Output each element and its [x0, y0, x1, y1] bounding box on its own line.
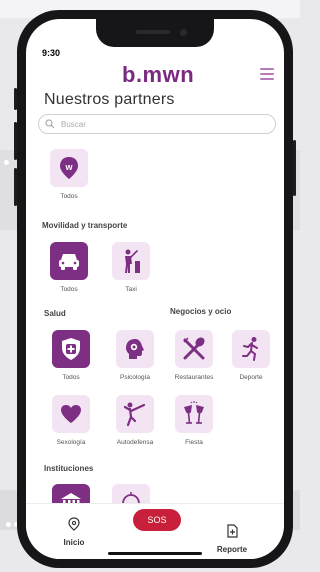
section-title-instituciones: Instituciones [44, 464, 94, 473]
fork-spoon-icon [183, 337, 205, 360]
speaker [136, 30, 170, 34]
category-tile-autodefensa[interactable]: Autodefensa [116, 395, 154, 446]
power-button [293, 140, 296, 196]
tile-label: Todos [62, 374, 80, 381]
category-tile-psicologia[interactable]: Psicología [116, 330, 154, 381]
search-icon [45, 119, 55, 129]
volume-down-button [14, 168, 17, 206]
nav-inicio[interactable]: Inicio [60, 517, 88, 547]
nav-label: Inicio [63, 538, 85, 547]
shield-plus-icon [62, 338, 80, 360]
tile-icon-box [232, 330, 270, 368]
report-doc-icon [227, 524, 238, 538]
category-tile-taxi[interactable]: Taxi [112, 242, 150, 293]
category-tile-salud-todos[interactable]: Todos [52, 330, 90, 381]
page-title: Nuestros partners [44, 91, 175, 108]
brand-logo: b.mwn [122, 62, 195, 87]
tile-icon-box [116, 330, 154, 368]
volume-up-button [14, 122, 17, 160]
section-title-negocios: Negocios y ocio [170, 307, 232, 316]
tile-icon-box [52, 330, 90, 368]
sos-button[interactable]: SOS [133, 509, 181, 531]
hamburger-icon[interactable] [260, 68, 274, 80]
phone-frame: 9:30 b.mwn Nuestros partners w Todos Mov… [14, 10, 296, 568]
tile-label: Fiesta [185, 439, 203, 446]
front-camera [180, 29, 187, 36]
tile-label: Todos [60, 193, 78, 200]
tile-icon-box [175, 395, 213, 433]
tile-label: Todos [60, 286, 78, 293]
tile-icon-box [52, 395, 90, 433]
tile-icon-box [112, 242, 150, 280]
category-tile-restaurantes[interactable]: Restaurantes [175, 330, 213, 381]
section-title-salud: Salud [44, 309, 66, 318]
car-icon [59, 254, 79, 270]
bmwn-pin-icon: w [60, 157, 78, 179]
category-tile-fiesta[interactable]: Fiesta [175, 395, 213, 446]
tile-label: Psicología [120, 374, 150, 381]
search-input[interactable] [59, 116, 263, 132]
tile-label: Deporte [239, 374, 263, 381]
section-title-movilidad: Movilidad y transporte [42, 221, 128, 230]
app-screen: 9:30 b.mwn Nuestros partners w Todos Mov… [26, 19, 284, 559]
category-tile-deporte[interactable]: Deporte [232, 330, 270, 381]
category-tile-movilidad-todos[interactable]: Todos [50, 242, 88, 293]
runner-icon [242, 337, 258, 361]
nav-reporte[interactable]: Reporte [212, 524, 252, 554]
martial-arts-icon [123, 402, 146, 427]
tile-label: Sexología [56, 439, 86, 446]
cheers-icon [184, 401, 204, 424]
tile-icon-box [175, 330, 213, 368]
background-dot [6, 522, 11, 527]
notch [96, 19, 214, 47]
category-tile-general-todos[interactable]: w Todos [50, 149, 88, 200]
mute-switch [14, 88, 17, 110]
svg-text:w: w [64, 162, 73, 172]
tile-icon-box [50, 242, 88, 280]
home-indicator [108, 552, 202, 555]
tile-label: Autodefensa [116, 439, 154, 446]
bottom-nav-bar: Inicio SOS Reporte [26, 503, 284, 559]
background-dot [4, 160, 9, 165]
heart-icon [61, 405, 81, 423]
tile-label: Taxi [125, 286, 137, 293]
status-time: 9:30 [42, 48, 61, 58]
nav-label: Reporte [216, 545, 248, 554]
taxi-hail-icon [125, 249, 140, 273]
category-tile-sexologia[interactable]: Sexología [52, 395, 90, 446]
tile-icon-box: w [50, 149, 88, 187]
location-pin-icon [68, 517, 80, 531]
search-bar[interactable] [38, 114, 276, 134]
tile-icon-box [116, 395, 154, 433]
head-gear-icon [126, 339, 144, 359]
